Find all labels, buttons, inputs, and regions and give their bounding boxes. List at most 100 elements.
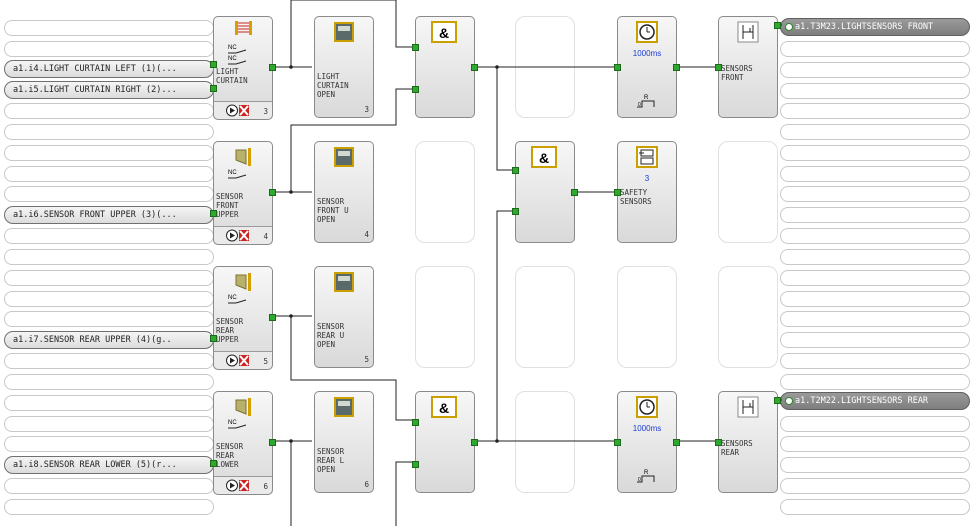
output-pin[interactable] (774, 22, 781, 29)
empty-slot[interactable] (718, 266, 778, 368)
output-rail[interactable] (780, 270, 970, 286)
bypass-icon[interactable] (238, 479, 250, 492)
and-gate-safety[interactable]: & (512, 141, 578, 243)
output-rail[interactable] (780, 103, 970, 119)
output-pin[interactable] (571, 189, 578, 196)
input-rail[interactable] (4, 166, 214, 182)
input-rail[interactable] (4, 311, 214, 327)
output-rail[interactable] (780, 457, 970, 473)
empty-slot[interactable] (415, 266, 475, 368)
empty-slot[interactable] (515, 266, 575, 368)
monitor-block-sensor-rear-l-open[interactable]: SENSOR REAR L OPEN 6 (314, 391, 374, 493)
output-pin[interactable] (269, 64, 276, 71)
output-rail[interactable] (780, 186, 970, 202)
bypass-icon[interactable] (238, 354, 250, 367)
monitor-block-sensor-rear-u-open[interactable]: SENSOR REAR U OPEN 5 (314, 266, 374, 368)
input-sensor-front-upper[interactable]: a1.i6.SENSOR FRONT UPPER (3)(... (4, 206, 214, 224)
safety-sensors-block[interactable]: 3 SAFETY SENSORS (614, 141, 677, 243)
output-rail[interactable] (780, 166, 970, 182)
output-lightsensors-front[interactable]: a1.T3M23.LIGHTSENSORS FRONT (780, 18, 970, 36)
sensor-block-rear-lower[interactable]: NC SENSOR REAR LOWER 6 (210, 391, 276, 495)
input-rail[interactable] (4, 499, 214, 515)
output-rail[interactable] (780, 311, 970, 327)
timer-block-front[interactable]: 1000ms R 0 (614, 16, 680, 118)
input-pin[interactable] (715, 439, 722, 446)
output-rail[interactable] (780, 124, 970, 140)
input-pin[interactable] (412, 44, 419, 51)
input-rail[interactable] (4, 103, 214, 119)
output-pin[interactable] (673, 64, 680, 71)
and-gate-front[interactable]: & (412, 16, 478, 118)
input-pin[interactable] (412, 86, 419, 93)
empty-slot[interactable] (515, 391, 575, 493)
input-pin[interactable] (210, 210, 217, 217)
empty-slot[interactable] (617, 266, 677, 368)
input-pin[interactable] (210, 335, 217, 342)
input-rail[interactable] (4, 353, 214, 369)
logic-canvas[interactable]: a1.i4.LIGHT CURTAIN LEFT (1)(... a1.i5.L… (0, 0, 973, 526)
input-rail[interactable] (4, 186, 214, 202)
output-pin[interactable] (774, 397, 781, 404)
input-rail[interactable] (4, 270, 214, 286)
output-lightsensors-rear[interactable]: a1.T2M22.LIGHTSENSORS REAR (780, 392, 970, 410)
output-rail[interactable] (780, 83, 970, 99)
input-rail[interactable] (4, 228, 214, 244)
bypass-icon[interactable] (238, 104, 250, 117)
output-block-sensors-rear[interactable]: SENSORS REAR (715, 391, 781, 493)
output-rail[interactable] (780, 41, 970, 57)
input-sensor-rear-upper[interactable]: a1.i7.SENSOR REAR UPPER (4)(g.. (4, 331, 214, 349)
input-rail[interactable] (4, 249, 214, 265)
output-rail[interactable] (780, 436, 970, 452)
empty-slot[interactable] (515, 16, 575, 118)
input-rail[interactable] (4, 291, 214, 307)
output-rail[interactable] (780, 145, 970, 161)
output-rail[interactable] (780, 291, 970, 307)
output-rail[interactable] (780, 416, 970, 432)
output-rail[interactable] (780, 499, 970, 515)
input-pin[interactable] (412, 461, 419, 468)
input-rail[interactable] (4, 41, 214, 57)
timer-block-rear[interactable]: 1000ms R 0 (614, 391, 680, 493)
output-pin[interactable] (269, 314, 276, 321)
input-pin[interactable] (210, 61, 217, 68)
input-rail[interactable] (4, 395, 214, 411)
input-pin[interactable] (614, 439, 621, 446)
input-rail[interactable] (4, 374, 214, 390)
empty-slot[interactable] (415, 141, 475, 243)
input-pin[interactable] (412, 419, 419, 426)
output-rail[interactable] (780, 478, 970, 494)
input-pin[interactable] (614, 189, 621, 196)
output-rail[interactable] (780, 249, 970, 265)
output-pin[interactable] (269, 439, 276, 446)
input-rail[interactable] (4, 416, 214, 432)
input-pin[interactable] (210, 85, 217, 92)
input-light-curtain-left[interactable]: a1.i4.LIGHT CURTAIN LEFT (1)(... (4, 60, 214, 78)
output-pin[interactable] (269, 189, 276, 196)
input-pin[interactable] (614, 64, 621, 71)
input-rail[interactable] (4, 124, 214, 140)
monitor-block-light-curtain-open[interactable]: LIGHT CURTAIN OPEN 3 (314, 16, 374, 118)
input-rail[interactable] (4, 478, 214, 494)
output-pin[interactable] (471, 64, 478, 71)
output-rail[interactable] (780, 332, 970, 348)
empty-slot[interactable] (718, 141, 778, 243)
monitor-block-sensor-front-u-open[interactable]: SENSOR FRONT U OPEN 4 (314, 141, 374, 243)
and-gate-rear[interactable]: & (412, 391, 478, 493)
sensor-block-front-upper[interactable]: NC SENSOR FRONT UPPER 4 (210, 141, 276, 245)
output-pin[interactable] (673, 439, 680, 446)
sensor-block-light-curtain[interactable]: NC NC LIGHT CURTAIN 3 (210, 16, 276, 120)
input-pin[interactable] (715, 64, 722, 71)
output-rail[interactable] (780, 353, 970, 369)
output-rail[interactable] (780, 374, 970, 390)
output-rail[interactable] (780, 62, 970, 78)
sensor-block-rear-upper[interactable]: NC SENSOR REAR UPPER 5 (210, 266, 276, 370)
input-sensor-rear-lower[interactable]: a1.i8.SENSOR REAR LOWER (5)(r... (4, 456, 214, 474)
input-light-curtain-right[interactable]: a1.i5.LIGHT CURTAIN RIGHT (2)... (4, 81, 214, 99)
output-rail[interactable] (780, 228, 970, 244)
output-block-sensors-front[interactable]: SENSORS FRONT (715, 16, 781, 118)
input-pin[interactable] (210, 460, 217, 467)
input-pin[interactable] (512, 208, 519, 215)
input-rail[interactable] (4, 20, 214, 36)
input-pin[interactable] (512, 167, 519, 174)
input-rail[interactable] (4, 436, 214, 452)
